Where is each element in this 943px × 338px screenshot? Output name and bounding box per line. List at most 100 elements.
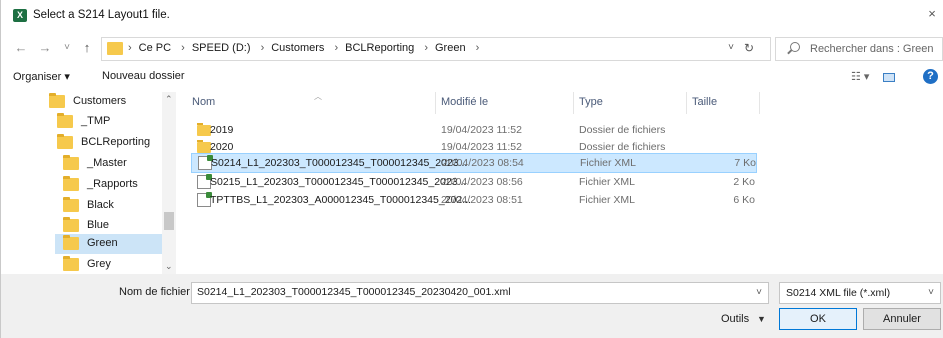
excel-app-icon: X bbox=[13, 9, 27, 22]
back-arrow-icon[interactable]: ← bbox=[13, 39, 29, 57]
file-name: S0215_L1_202303_T000012345_T000012345_20… bbox=[210, 176, 467, 188]
search-box[interactable]: Rechercher dans : Green bbox=[775, 37, 943, 61]
file-name: S0214_L1_202303_T000012345_T000012345_20… bbox=[211, 157, 468, 169]
file-name: TPTTBS_L1_202303_A000012345_T000012345_2… bbox=[210, 194, 471, 206]
column-header-type[interactable]: Type bbox=[579, 96, 603, 108]
file-size: 6 Ko bbox=[733, 194, 755, 206]
breadcrumb-item-speed-drive[interactable]: SPEED (D:) bbox=[192, 42, 251, 54]
file-row-s0214[interactable]: S0214_L1_202303_T000012345_T000012345_20… bbox=[191, 153, 757, 173]
sidebar-item-label: Blue bbox=[87, 219, 110, 231]
breadcrumb-separator: › bbox=[424, 42, 428, 54]
scroll-down-arrow-icon[interactable]: ⌄ bbox=[165, 261, 173, 272]
folder-icon bbox=[63, 217, 79, 232]
file-open-dialog: X Select a S214 Layout1 file. × ← → ˅ ↑ … bbox=[0, 0, 943, 338]
folder-icon bbox=[63, 155, 79, 170]
tools-menu-button[interactable]: Outils bbox=[721, 313, 749, 325]
help-icon[interactable]: ? bbox=[923, 69, 938, 84]
breadcrumb-item-customers[interactable]: Customers bbox=[271, 42, 324, 54]
column-divider[interactable] bbox=[759, 92, 760, 114]
navigation-pane: Customers _TMP BCLReporting _Master _Rap… bbox=[41, 92, 175, 274]
sidebar-item-tmp[interactable]: _TMP bbox=[57, 112, 162, 132]
sidebar-item-label: Black bbox=[87, 199, 114, 211]
sidebar-item-bclreporting[interactable]: BCLReporting bbox=[57, 133, 162, 153]
sidebar-item-grey[interactable]: Grey bbox=[63, 255, 162, 274]
column-divider[interactable] bbox=[573, 92, 574, 114]
folder-icon bbox=[63, 197, 79, 212]
chevron-down-icon[interactable]: ˅ bbox=[756, 287, 762, 298]
breadcrumb-item-bclreporting[interactable]: BCLReporting bbox=[345, 42, 414, 54]
refresh-icon[interactable]: ↻ bbox=[744, 41, 754, 55]
file-type: Dossier de fichiers bbox=[579, 124, 666, 136]
sidebar-item-green[interactable]: Green bbox=[55, 234, 162, 254]
scroll-up-arrow-icon[interactable]: ⌃ bbox=[165, 94, 173, 105]
file-modified: 20/04/2023 08:56 bbox=[441, 176, 523, 188]
folder-icon bbox=[63, 256, 79, 271]
sidebar-item-blue[interactable]: Blue bbox=[63, 216, 162, 236]
file-type: Fichier XML bbox=[580, 157, 637, 169]
file-type: Dossier de fichiers bbox=[579, 141, 666, 153]
file-modified: 19/04/2023 11:52 bbox=[441, 124, 522, 136]
sidebar-item-label: Grey bbox=[87, 258, 111, 270]
sidebar-item-label: BCLReporting bbox=[81, 136, 151, 148]
file-modified: 19/04/2023 11:52 bbox=[441, 141, 522, 153]
forward-arrow-icon[interactable]: → bbox=[37, 39, 53, 57]
address-bar[interactable]: › Ce PC › SPEED (D:) › Customers › BCLReport… bbox=[101, 37, 771, 61]
column-divider[interactable] bbox=[686, 92, 687, 114]
change-view-icon[interactable]: ☷ ▾ bbox=[851, 70, 869, 83]
file-modified: 20/04/2023 08:54 bbox=[442, 157, 524, 169]
new-folder-button[interactable]: Nouveau dossier bbox=[102, 70, 185, 82]
sidebar-item-label: Green bbox=[87, 237, 118, 249]
filetype-value: S0214 XML file (*.xml) bbox=[786, 287, 891, 299]
column-header-size[interactable]: Taille bbox=[692, 96, 717, 108]
up-arrow-icon[interactable]: ↑ bbox=[79, 39, 95, 57]
sidebar-item-label: _Master bbox=[87, 157, 127, 169]
breadcrumb-item-green[interactable]: Green bbox=[435, 42, 466, 54]
cancel-button[interactable]: Annuler bbox=[863, 308, 941, 330]
file-row-2019[interactable]: 2019 19/04/2023 11:52 Dossier de fichier… bbox=[191, 121, 757, 139]
column-header-name[interactable]: Nom bbox=[192, 96, 215, 108]
address-dropdown-chevron-icon[interactable]: ˅ bbox=[728, 42, 734, 53]
folder-icon bbox=[107, 42, 123, 55]
ok-button[interactable]: OK bbox=[779, 308, 857, 330]
column-header-modified[interactable]: Modifié le bbox=[441, 96, 488, 108]
filename-combobox[interactable]: ˅ bbox=[191, 282, 769, 304]
folder-icon bbox=[63, 176, 79, 191]
navigation-bar: ← → ˅ ↑ › Ce PC › SPEED (D:) › Customers › B… bbox=[1, 33, 943, 63]
filename-label: Nom de fichier : bbox=[119, 286, 197, 298]
sidebar-item-label: _Rapports bbox=[87, 178, 138, 190]
preview-pane-icon[interactable] bbox=[883, 73, 895, 82]
folder-icon bbox=[57, 113, 73, 128]
filename-input[interactable] bbox=[197, 286, 737, 298]
breadcrumb-separator: › bbox=[128, 42, 132, 54]
sidebar-item-rapports[interactable]: _Rapports bbox=[63, 175, 162, 195]
folder-icon bbox=[63, 235, 79, 250]
breadcrumb-separator: › bbox=[260, 42, 265, 54]
sidebar-item-label: _TMP bbox=[81, 115, 111, 127]
file-type: Fichier XML bbox=[579, 194, 636, 206]
organiser-menu-button[interactable]: Organiser ▾ bbox=[13, 70, 70, 83]
sidebar-item-customers[interactable]: Customers bbox=[49, 92, 162, 112]
breadcrumb-separator: › bbox=[475, 42, 480, 54]
sidebar-item-master[interactable]: _Master bbox=[63, 154, 162, 174]
chevron-down-icon[interactable]: ▼ bbox=[757, 314, 766, 324]
scrollbar-thumb[interactable] bbox=[164, 212, 174, 230]
sidebar-item-label: Customers bbox=[73, 95, 127, 107]
navigation-pane-scrollbar[interactable]: ⌃ ⌄ bbox=[162, 92, 176, 274]
folder-icon bbox=[197, 140, 211, 153]
close-icon[interactable]: × bbox=[924, 6, 940, 21]
column-divider[interactable] bbox=[435, 92, 436, 114]
file-size: 7 Ko bbox=[734, 157, 756, 169]
command-toolbar: Organiser ▾ Nouveau dossier ☷ ▾ ? bbox=[1, 66, 943, 88]
file-row-tpttbs[interactable]: TPTTBS_L1_202303_A000012345_T000012345_2… bbox=[191, 191, 757, 209]
filetype-select[interactable]: S0214 XML file (*.xml) ˅ bbox=[779, 282, 941, 304]
chevron-down-icon[interactable]: ˅ bbox=[928, 287, 934, 298]
sidebar-item-black[interactable]: Black bbox=[63, 196, 162, 216]
file-row-s0215[interactable]: S0215_L1_202303_T000012345_T000012345_20… bbox=[191, 173, 757, 191]
recent-locations-chevron-icon[interactable]: ˅ bbox=[59, 39, 75, 57]
file-list: Nom ︿ Modifié le Type Taille 2019 19/04/… bbox=[181, 88, 943, 274]
breadcrumb-item-ce-pc[interactable]: Ce PC bbox=[139, 42, 171, 54]
file-type: Fichier XML bbox=[579, 176, 636, 188]
file-size: 2 Ko bbox=[733, 176, 755, 188]
xml-file-icon bbox=[198, 155, 213, 170]
file-name: 2020 bbox=[210, 141, 234, 153]
